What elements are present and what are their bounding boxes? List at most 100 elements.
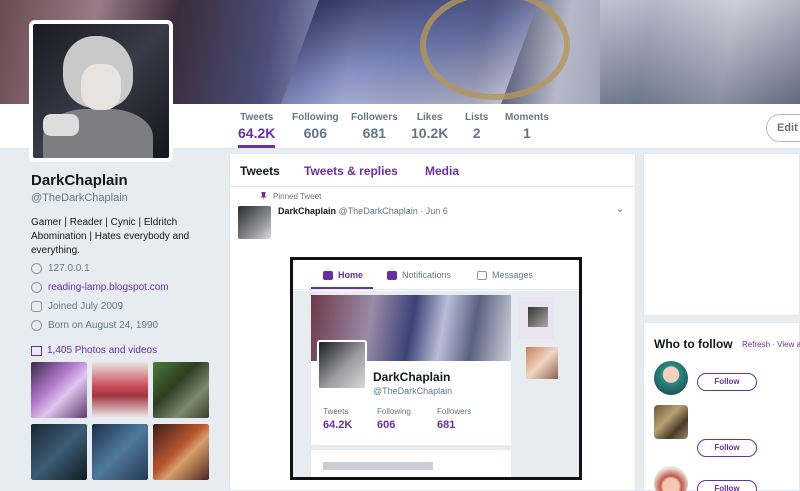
tweet-header: DarkChaplain @TheDarkChaplain · Jun 6	[278, 206, 448, 216]
follow-button[interactable]: Follow	[697, 439, 757, 457]
embedded-nav-label: Home	[338, 270, 364, 280]
refresh-link[interactable]: Refresh	[742, 340, 770, 349]
embedded-side-thumb	[526, 347, 558, 379]
embedded-nav-messages: Messages	[477, 270, 533, 280]
who-to-follow-links: Refresh · View a	[742, 340, 800, 349]
tweet-author-name[interactable]: DarkChaplain	[278, 206, 336, 216]
embedded-nav-label: Notifications	[402, 270, 452, 280]
embedded-trends-placeholder	[323, 462, 433, 470]
calendar-icon	[31, 301, 42, 312]
embedded-nav-home: Home	[323, 270, 363, 280]
profile-card: DarkChaplain @TheDarkChaplain Gamer | Re…	[31, 172, 221, 258]
stat-value: 2	[472, 125, 481, 141]
tab-media[interactable]: Media	[425, 164, 459, 178]
profile-avatar[interactable]	[29, 20, 173, 162]
gamepad-icon	[43, 114, 79, 136]
birthday-text: Born on August 24, 1990	[48, 320, 159, 331]
home-icon	[323, 270, 333, 280]
stat-moments[interactable]: Moments 1	[505, 112, 549, 141]
stat-tweets[interactable]: Tweets 64.2K	[238, 112, 276, 148]
suggested-user-avatar[interactable]	[654, 466, 688, 491]
photo-thumbnail[interactable]	[92, 424, 148, 480]
profile-handle[interactable]: @TheDarkChaplain	[31, 192, 221, 204]
photo-thumbnail[interactable]	[92, 362, 148, 418]
suggested-user-avatar[interactable]	[654, 405, 688, 439]
tweet-date[interactable]: Jun 6	[426, 206, 448, 216]
stat-label: Following	[292, 112, 339, 123]
follow-button[interactable]: Follow	[697, 480, 757, 491]
stat-following[interactable]: Following 606	[292, 112, 339, 141]
location-text: 127.0.0.1	[48, 263, 90, 274]
envelope-icon	[477, 270, 487, 280]
chevron-down-icon[interactable]: ⌄	[616, 204, 624, 215]
pinned-text: Pinned Tweet	[273, 192, 322, 201]
link-separator: ·	[772, 340, 775, 349]
edit-profile-button[interactable]: Edit	[766, 114, 800, 142]
photo-thumbnail[interactable]	[31, 424, 87, 480]
embedded-stat: Tweets 64.2K	[323, 407, 352, 431]
embedded-profile-card: DarkChaplain @TheDarkChaplain Tweets 64.…	[311, 295, 511, 445]
tab-tweets[interactable]: Tweets	[240, 164, 280, 178]
embedded-stat: Following 606	[377, 407, 411, 431]
embedded-trends-card	[311, 450, 511, 477]
stat-label: Moments	[505, 112, 549, 123]
embedded-nav: Home Notifications Messages	[293, 260, 579, 290]
avatar-figure-face	[81, 64, 121, 110]
stat-value: 606	[303, 125, 327, 141]
tweet-embedded-image[interactable]: Home Notifications Messages DarkChaplain…	[290, 257, 582, 480]
embedded-handle: @TheDarkChaplain	[373, 386, 453, 396]
stat-label: Likes	[416, 112, 443, 123]
stat-likes[interactable]: Likes 10.2K	[411, 112, 448, 141]
balloon-icon	[31, 320, 42, 331]
embedded-stat-label: Tweets	[323, 407, 349, 416]
suggested-user-avatar[interactable]	[654, 361, 688, 395]
image-icon	[31, 345, 42, 356]
timeline-tabs: Tweets Tweets & replies Media	[230, 154, 635, 187]
stat-value: 64.2K	[238, 125, 276, 141]
website-link[interactable]: reading-lamp.blogspot.com	[48, 282, 169, 293]
embedded-stat-label: Followers	[437, 407, 472, 416]
embedded-side-tile	[518, 297, 554, 339]
embedded-stat-label: Following	[377, 407, 411, 416]
embedded-nav-notifications: Notifications	[387, 270, 451, 280]
stat-value: 1	[523, 125, 531, 141]
embedded-stat: Followers 681	[437, 407, 471, 431]
location-pin-icon	[31, 263, 42, 274]
photo-thumbnail[interactable]	[153, 424, 209, 480]
stat-value: 681	[362, 125, 387, 141]
stat-label: Tweets	[240, 112, 274, 123]
embedded-avatar	[317, 340, 367, 390]
profile-name[interactable]: DarkChaplain	[31, 172, 221, 189]
profile-joined: Joined July 2009	[31, 301, 123, 312]
stat-label: Followers	[351, 112, 398, 123]
embedded-side-thumb	[528, 307, 548, 327]
joined-text: Joined July 2009	[48, 301, 124, 312]
tab-tweets-replies[interactable]: Tweets & replies	[304, 164, 398, 178]
follow-button[interactable]: Follow	[697, 373, 757, 391]
profile-location: 127.0.0.1	[31, 263, 90, 274]
profile-bio: Gamer | Reader | Cynic | Eldritch Abomin…	[31, 217, 190, 256]
stat-lists[interactable]: Lists 2	[465, 112, 488, 141]
right-panel	[643, 153, 800, 316]
stat-label: Lists	[465, 112, 489, 123]
stat-followers[interactable]: Followers 681	[351, 112, 398, 141]
pin-icon	[260, 192, 267, 201]
tweet-avatar[interactable]	[238, 206, 271, 239]
embedded-name: DarkChaplain	[373, 370, 451, 384]
banner-art-shape	[600, 0, 800, 104]
link-icon	[31, 282, 42, 293]
tweet-author-handle[interactable]: @TheDarkChaplain	[339, 206, 418, 216]
stat-value: 10.2K	[411, 125, 449, 141]
embedded-nav-active-indicator	[311, 287, 373, 289]
embedded-nav-label: Messages	[492, 270, 534, 280]
photo-thumbnail[interactable]	[31, 362, 87, 418]
who-to-follow-title: Who to follow	[654, 337, 733, 351]
pinned-tweet-label: Pinned Tweet	[260, 192, 321, 201]
bell-icon	[387, 270, 397, 280]
photos-videos-link[interactable]: 1,405 Photos and videos	[31, 345, 157, 356]
tweet-separator: ·	[420, 206, 424, 216]
embedded-stat-value: 64.2K	[323, 419, 353, 431]
view-all-link[interactable]: View a	[777, 340, 800, 349]
embedded-stat-value: 681	[437, 419, 456, 431]
photo-thumbnail[interactable]	[153, 362, 209, 418]
